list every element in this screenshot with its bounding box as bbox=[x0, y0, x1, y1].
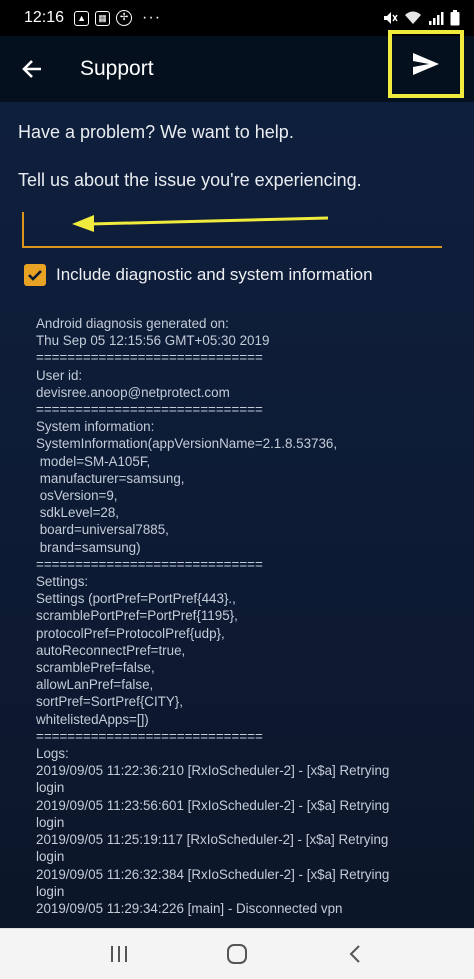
home-button[interactable] bbox=[212, 934, 262, 974]
log-line: 2019/09/05 11:29:34:226 [main] - Disconn… bbox=[36, 900, 343, 916]
intro-heading: Have a problem? We want to help. bbox=[18, 122, 294, 142]
battery-icon bbox=[450, 10, 460, 26]
log-line: sortPref=SortPref{CITY}, bbox=[36, 694, 183, 710]
recent-apps-icon bbox=[111, 946, 127, 962]
phone-screen: 12:16 ▲ ▦ ✢ ··· Support Have a problem? … bbox=[0, 0, 474, 979]
log-line: model=SM-A105F, bbox=[36, 453, 151, 469]
log-line: Logs: bbox=[36, 746, 69, 762]
log-line: sdkLevel=28, bbox=[36, 505, 120, 521]
support-form: Have a problem? We want to help. Tell us… bbox=[0, 102, 474, 928]
log-line: Android diagnosis generated on: bbox=[36, 316, 229, 331]
annotation-arrow-icon bbox=[72, 215, 329, 232]
intro-subheading: Tell us about the issue you're experienc… bbox=[18, 170, 362, 190]
notification-icons: ▲ ▦ ✢ bbox=[74, 10, 133, 26]
log-line: System information: bbox=[36, 419, 155, 435]
diagnostic-log: Android diagnosis generated on: Thu Sep 0… bbox=[36, 315, 456, 925]
system-status-icons bbox=[382, 10, 460, 26]
compass-icon: ✢ bbox=[116, 10, 133, 26]
log-line: devisree.anoop@netprotect.com bbox=[36, 384, 230, 400]
log-line: board=universal7885, bbox=[36, 522, 169, 538]
log-line: ============================= bbox=[36, 556, 263, 572]
status-time: 12:16 bbox=[24, 9, 65, 26]
log-line: ============================= bbox=[36, 350, 263, 366]
log-line: 2019/09/05 11:25:19:117 [RxIoScheduler-2… bbox=[36, 832, 389, 848]
log-line: Settings: bbox=[36, 574, 89, 590]
log-line: login bbox=[36, 849, 65, 865]
arrow-left-icon bbox=[22, 60, 41, 78]
log-line: allowLanPref=false, bbox=[36, 677, 154, 693]
log-line: ============================= bbox=[36, 402, 263, 418]
more-notifications-icon: ··· bbox=[142, 9, 162, 26]
back-nav-icon bbox=[349, 945, 360, 963]
log-line: ============================= bbox=[36, 728, 263, 744]
back-button[interactable] bbox=[2, 36, 62, 102]
diagnostic-checkbox-label: Include diagnostic and system informatio… bbox=[56, 265, 373, 284]
log-line: login bbox=[36, 883, 65, 899]
app-bar: Support bbox=[0, 30, 474, 102]
log-line: Settings (portPref=PortPref{443}., bbox=[36, 591, 236, 607]
log-line: 2019/09/05 11:26:32:384 [RxIoScheduler-2… bbox=[36, 866, 390, 882]
diagnostic-checkbox[interactable] bbox=[24, 264, 46, 286]
log-line: Thu Sep 05 12:15:56 GMT+05:30 2019 bbox=[36, 333, 270, 349]
send-icon bbox=[413, 53, 439, 75]
wifi-icon bbox=[405, 11, 421, 24]
back-nav-button[interactable] bbox=[330, 934, 380, 974]
log-line: scramblePref=false, bbox=[36, 660, 155, 676]
log-line: protocolPref=ProtocolPref{udp}, bbox=[36, 625, 225, 641]
page-title: Support bbox=[80, 57, 154, 80]
log-line: login bbox=[36, 780, 65, 796]
image-icon: ▲ bbox=[74, 10, 90, 26]
checkmark-icon bbox=[28, 270, 42, 281]
log-line: manufacturer=samsung, bbox=[36, 470, 185, 486]
log-line: User id: bbox=[36, 367, 83, 383]
log-line: brand=samsung) bbox=[36, 539, 141, 555]
send-button[interactable] bbox=[388, 30, 464, 98]
log-line: scramblePortPref=PortPref{1195}, bbox=[36, 608, 238, 624]
signal-icon bbox=[429, 12, 444, 25]
diagnostic-checkbox-row[interactable]: Include diagnostic and system informatio… bbox=[24, 264, 373, 286]
log-line: whitelistedApps=[]) bbox=[36, 711, 149, 727]
grid-icon: ▦ bbox=[95, 10, 111, 26]
log-line: autoReconnectPref=true, bbox=[36, 642, 186, 658]
system-nav-bar bbox=[0, 928, 474, 979]
log-line: osVersion=9, bbox=[36, 488, 118, 504]
log-line: 2019/09/05 11:23:56:601 [RxIoScheduler-2… bbox=[36, 797, 390, 813]
mute-icon bbox=[384, 12, 398, 24]
log-line: 2019/09/05 11:22:36:210 [RxIoScheduler-2… bbox=[36, 763, 390, 779]
log-line: SystemInformation(appVersionName=2.1.8.5… bbox=[36, 436, 338, 452]
home-icon bbox=[227, 944, 247, 964]
recent-apps-button[interactable] bbox=[94, 934, 144, 974]
log-line: login bbox=[36, 814, 65, 830]
